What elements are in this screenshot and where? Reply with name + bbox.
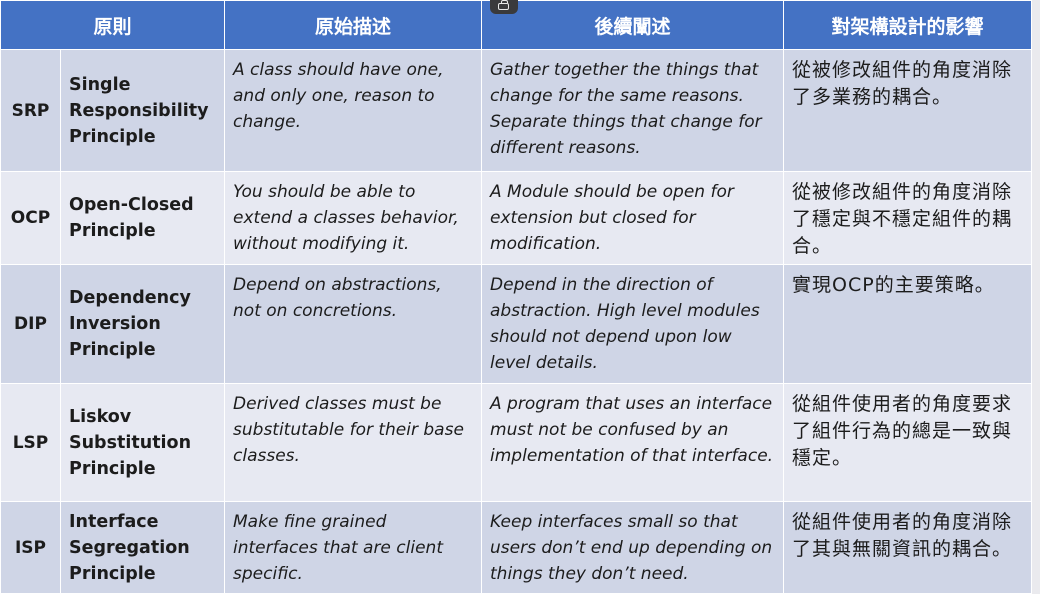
later-explanation: Keep interfaces small so that users don’… xyxy=(481,501,785,594)
camera-icon xyxy=(498,0,509,10)
later-explanation: Gather together the things that change f… xyxy=(481,49,785,172)
principle-name: Liskov Substitution Principle xyxy=(59,383,226,502)
later-explanation: A Module should be open for extension bu… xyxy=(481,171,785,265)
principle-abbr: DIP xyxy=(0,264,61,384)
header-original: 原始描述 xyxy=(224,0,483,50)
original-description: Depend on abstractions, not on concretio… xyxy=(224,264,483,384)
principle-abbr: OCP xyxy=(0,171,61,265)
table-row: DIP Dependency Inversion Principle Depen… xyxy=(0,264,1033,384)
principle-abbr: SRP xyxy=(0,49,61,172)
architecture-impact: 從組件使用者的角度要求了組件行為的總是一致與穩定。 xyxy=(783,383,1033,502)
principle-abbr: ISP xyxy=(0,501,61,594)
table-row: LSP Liskov Substitution Principle Derive… xyxy=(0,383,1033,502)
architecture-impact: 從組件使用者的角度消除了其與無關資訊的耦合。 xyxy=(783,501,1033,594)
principle-name: Open-Closed Principle xyxy=(59,171,226,265)
header-principle: 原則 xyxy=(0,0,226,50)
header-impact: 對架構設計的影響 xyxy=(783,0,1033,50)
principles-table: 原則 原始描述 後續闡述 對架構設計的影響 SRP Single Respons… xyxy=(0,0,1033,594)
slide: 原則 原始描述 後續闡述 對架構設計的影響 SRP Single Respons… xyxy=(0,0,1040,594)
table-row: ISP Interface Segregation Principle Make… xyxy=(0,501,1033,594)
architecture-impact: 實現OCP的主要策略。 xyxy=(783,264,1033,384)
principle-name: Interface Segregation Principle xyxy=(59,501,226,594)
principle-name: Single Responsibility Principle xyxy=(59,49,226,172)
original-description: Make fine grained interfaces that are cl… xyxy=(224,501,483,594)
later-explanation: Depend in the direction of abstraction. … xyxy=(481,264,785,384)
principle-name: Dependency Inversion Principle xyxy=(59,264,226,384)
architecture-impact: 從被修改組件的角度消除了穩定與不穩定組件的耦合。 xyxy=(783,171,1033,265)
screen-capture-button[interactable] xyxy=(490,0,518,14)
later-explanation: A program that uses an interface must no… xyxy=(481,383,785,502)
original-description: You should be able to extend a classes b… xyxy=(224,171,483,265)
header-explanation: 後續闡述 xyxy=(481,0,785,50)
original-description: A class should have one, and only one, r… xyxy=(224,49,483,172)
table-row: OCP Open-Closed Principle You should be … xyxy=(0,171,1033,265)
original-description: Derived classes must be substitutable fo… xyxy=(224,383,483,502)
principle-abbr: LSP xyxy=(0,383,61,502)
architecture-impact: 從被修改組件的角度消除了多業務的耦合。 xyxy=(783,49,1033,172)
table-row: SRP Single Responsibility Principle A cl… xyxy=(0,49,1033,172)
